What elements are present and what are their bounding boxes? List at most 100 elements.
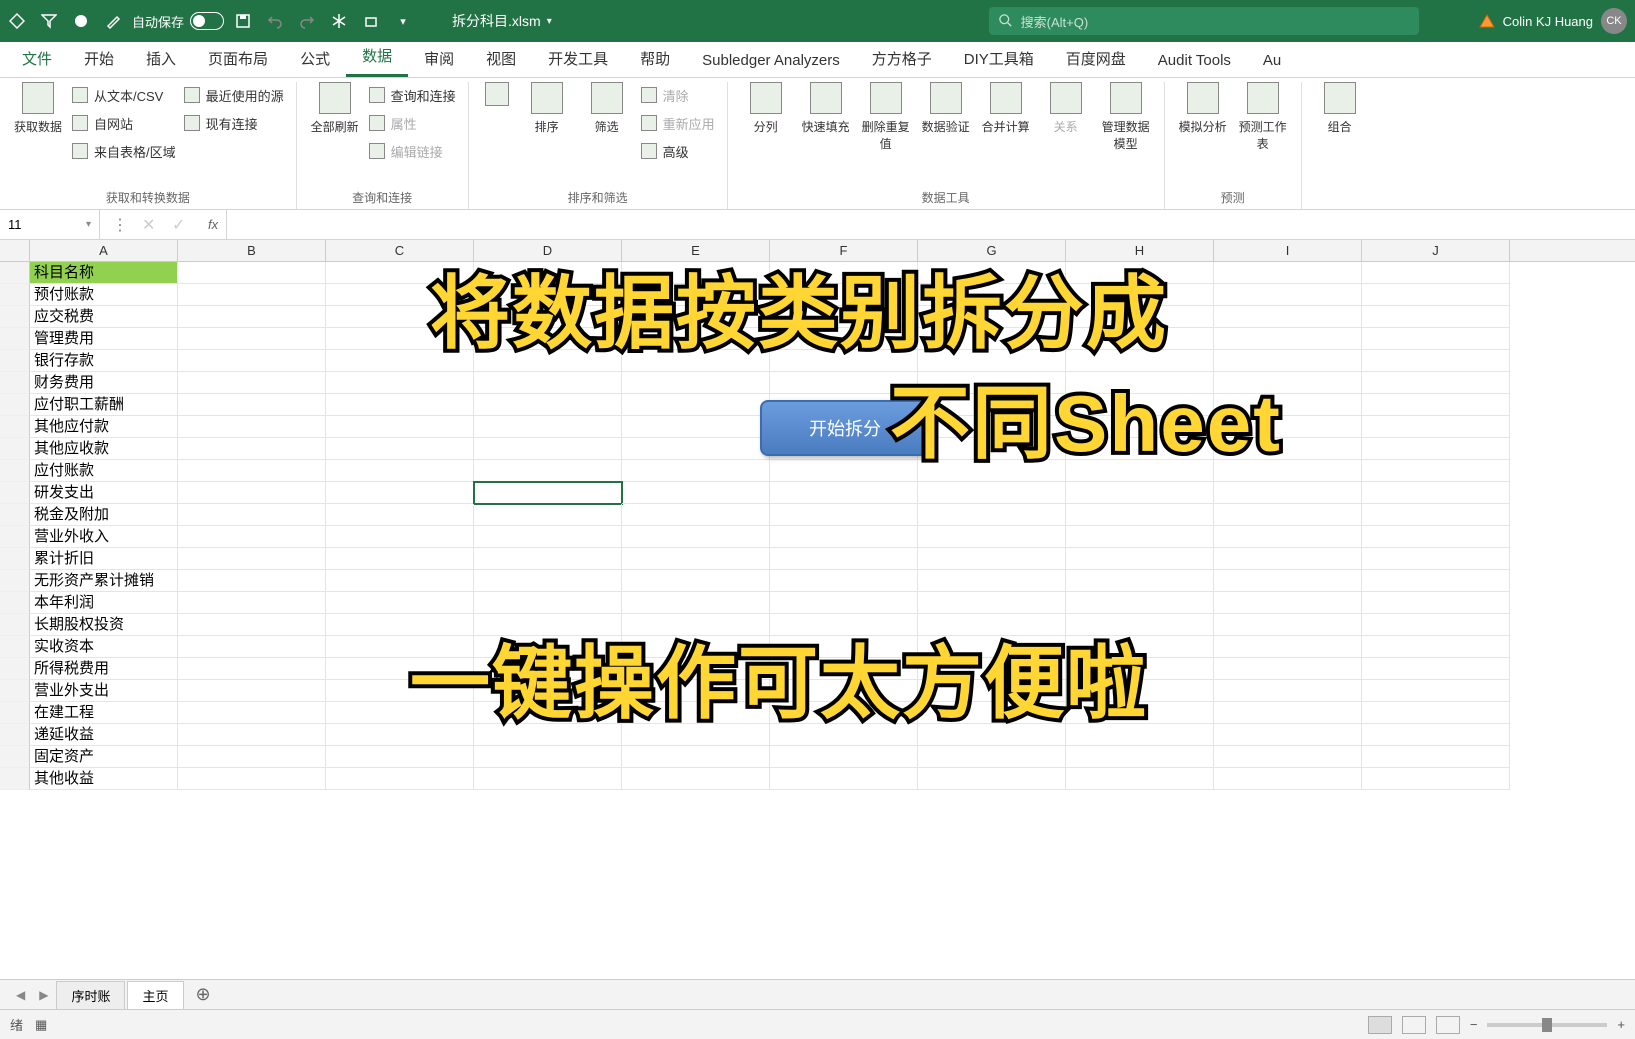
cell[interactable]: [326, 548, 474, 570]
macro-icon[interactable]: ▦: [35, 1017, 47, 1033]
cell[interactable]: 其他应付款: [30, 416, 178, 438]
cell[interactable]: 应交税费: [30, 306, 178, 328]
box-icon[interactable]: [362, 12, 380, 30]
cell[interactable]: [1362, 372, 1510, 394]
tab-formulas[interactable]: 公式: [284, 40, 346, 77]
cell[interactable]: [474, 372, 622, 394]
cell[interactable]: [1362, 350, 1510, 372]
col-header[interactable]: D: [474, 240, 622, 261]
row-header[interactable]: [0, 526, 30, 548]
cell[interactable]: [1066, 482, 1214, 504]
row-header[interactable]: [0, 746, 30, 768]
whatif-button[interactable]: 模拟分析: [1177, 82, 1229, 152]
sheet-tab-1[interactable]: 序时账: [56, 981, 125, 1009]
cell[interactable]: [178, 372, 326, 394]
cell[interactable]: [326, 592, 474, 614]
redo-icon[interactable]: [298, 12, 316, 30]
cell[interactable]: [1066, 614, 1214, 636]
cell[interactable]: [918, 504, 1066, 526]
cell[interactable]: [178, 284, 326, 306]
cell[interactable]: [178, 570, 326, 592]
cell[interactable]: [474, 614, 622, 636]
cell[interactable]: [1362, 504, 1510, 526]
row-header[interactable]: [0, 262, 30, 284]
row-header[interactable]: [0, 680, 30, 702]
from-web-button[interactable]: 自网站: [72, 110, 176, 136]
cell[interactable]: [326, 438, 474, 460]
flash-fill-button[interactable]: 快速填充: [800, 82, 852, 152]
queries-conn-button[interactable]: 查询和连接: [369, 82, 456, 108]
tab-diy[interactable]: DIY工具箱: [948, 40, 1050, 77]
cell[interactable]: [918, 768, 1066, 790]
cell[interactable]: [178, 592, 326, 614]
cell[interactable]: [1066, 570, 1214, 592]
name-box[interactable]: 11▾: [0, 210, 100, 239]
cell[interactable]: 应付账款: [30, 460, 178, 482]
cell[interactable]: [178, 460, 326, 482]
cell[interactable]: [178, 724, 326, 746]
tab-audit[interactable]: Audit Tools: [1142, 44, 1247, 77]
cell[interactable]: 本年利润: [30, 592, 178, 614]
col-header[interactable]: J: [1362, 240, 1510, 261]
cell[interactable]: [178, 482, 326, 504]
cell[interactable]: [1362, 702, 1510, 724]
cell[interactable]: [474, 438, 622, 460]
cell[interactable]: [1214, 768, 1362, 790]
col-header[interactable]: E: [622, 240, 770, 261]
cell[interactable]: [178, 614, 326, 636]
cell[interactable]: [1066, 768, 1214, 790]
cell[interactable]: [326, 460, 474, 482]
filter-button[interactable]: 筛选: [581, 82, 633, 164]
row-header[interactable]: [0, 504, 30, 526]
cell[interactable]: 税金及附加: [30, 504, 178, 526]
cell[interactable]: [1214, 328, 1362, 350]
circle-icon[interactable]: [72, 12, 90, 30]
cell[interactable]: [1214, 746, 1362, 768]
cell[interactable]: [1214, 482, 1362, 504]
cell[interactable]: [474, 482, 622, 504]
cell[interactable]: 营业外收入: [30, 526, 178, 548]
cell[interactable]: [1066, 746, 1214, 768]
row-header[interactable]: [0, 724, 30, 746]
snowflake-icon[interactable]: [330, 12, 348, 30]
cell[interactable]: [770, 548, 918, 570]
enter-icon[interactable]: ✓: [172, 215, 188, 235]
row-header[interactable]: [0, 438, 30, 460]
cell[interactable]: [178, 306, 326, 328]
cell[interactable]: [1214, 680, 1362, 702]
zoom-out-button[interactable]: −: [1470, 1017, 1478, 1032]
cell[interactable]: [178, 548, 326, 570]
recent-sources-button[interactable]: 最近使用的源: [184, 82, 284, 108]
cell[interactable]: [474, 592, 622, 614]
cell[interactable]: [1214, 548, 1362, 570]
cell[interactable]: 管理费用: [30, 328, 178, 350]
row-header[interactable]: [0, 284, 30, 306]
sheet-nav-next[interactable]: ▶: [33, 988, 54, 1002]
autosave-toggle[interactable]: 自动保存: [132, 12, 224, 31]
row-header[interactable]: [0, 658, 30, 680]
cell[interactable]: 预付账款: [30, 284, 178, 306]
cell[interactable]: [178, 416, 326, 438]
cell[interactable]: [1066, 504, 1214, 526]
cell[interactable]: [622, 460, 770, 482]
cell[interactable]: [1214, 570, 1362, 592]
cell[interactable]: [770, 746, 918, 768]
tab-more[interactable]: Au: [1247, 44, 1297, 77]
text-to-col-button[interactable]: 分列: [740, 82, 792, 152]
fx-label[interactable]: fx: [200, 210, 227, 239]
cell[interactable]: [918, 614, 1066, 636]
tab-view[interactable]: 视图: [470, 40, 532, 77]
row-header[interactable]: [0, 702, 30, 724]
cell[interactable]: [474, 570, 622, 592]
cell[interactable]: [178, 636, 326, 658]
cell[interactable]: [1214, 262, 1362, 284]
cell[interactable]: [1362, 680, 1510, 702]
row-header[interactable]: [0, 570, 30, 592]
sort-az-button[interactable]: [481, 82, 513, 164]
cell[interactable]: [918, 526, 1066, 548]
cell[interactable]: [1362, 658, 1510, 680]
cell[interactable]: [622, 372, 770, 394]
user-account[interactable]: Colin KJ Huang CK: [1479, 8, 1627, 34]
consolidate-button[interactable]: 合并计算: [980, 82, 1032, 152]
cell[interactable]: [178, 504, 326, 526]
